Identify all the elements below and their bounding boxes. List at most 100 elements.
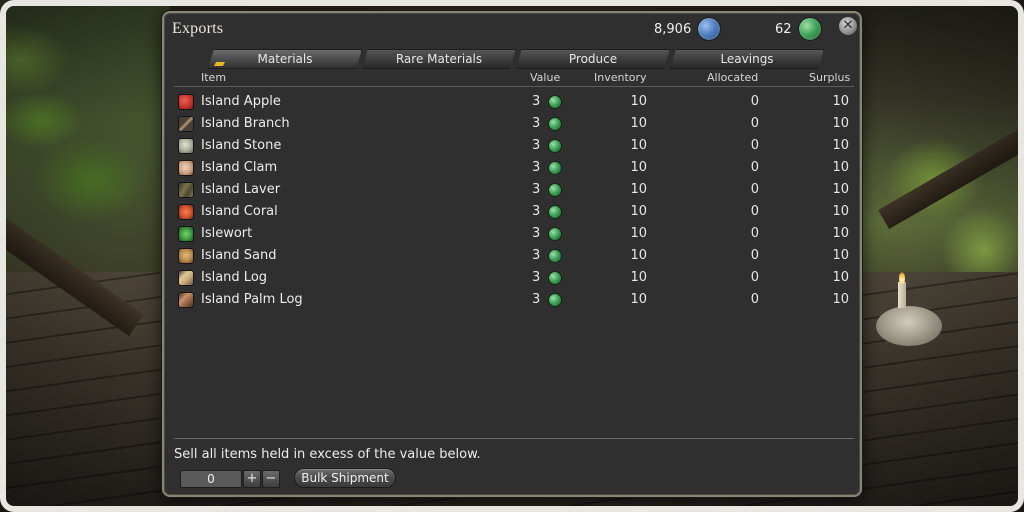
header-divider (174, 86, 854, 87)
islander-cowrie-icon (548, 205, 562, 219)
item-surplus: 10 (832, 182, 849, 197)
item-value: 3 (532, 94, 541, 109)
item-allocated: 0 (750, 204, 759, 219)
item-value: 3 (532, 248, 541, 263)
item-name: Island Stone (201, 138, 282, 153)
table-row[interactable]: Island Branch 3 10 0 10 (174, 113, 854, 135)
footer-divider (174, 438, 854, 439)
item-name: Island Apple (201, 94, 281, 109)
item-surplus: 10 (832, 204, 849, 219)
item-surplus: 10 (832, 226, 849, 241)
item-inventory: 10 (630, 292, 647, 307)
item-allocated: 0 (750, 270, 759, 285)
item-inventory: 10 (630, 182, 647, 197)
item-inventory: 10 (630, 204, 647, 219)
item-value: 3 (532, 160, 541, 175)
table-row[interactable]: Island Sand 3 10 0 10 (174, 245, 854, 267)
item-name: Island Sand (201, 248, 277, 263)
bulk-instruction: Sell all items held in excess of the val… (174, 447, 481, 462)
quantity-input[interactable]: 0 (180, 470, 242, 488)
islander-cowrie-amount: 62 (775, 21, 792, 37)
close-icon: ✕ (842, 18, 854, 33)
item-surplus: 10 (832, 116, 849, 131)
laver-icon (178, 182, 194, 198)
islander-cowrie-icon (548, 249, 562, 263)
item-list: Island Apple 3 10 0 10 Island Branch 3 1… (174, 91, 854, 311)
item-inventory: 10 (630, 160, 647, 175)
window-title: Exports (172, 20, 224, 37)
islander-cowrie-icon (548, 271, 562, 285)
islander-cowrie-counter: 62 (775, 17, 822, 41)
item-allocated: 0 (750, 292, 759, 307)
item-allocated: 0 (750, 182, 759, 197)
tab-materials[interactable]: Materials (208, 49, 362, 69)
islander-cowrie-icon (548, 139, 562, 153)
tab-produce[interactable]: Produce (516, 49, 670, 69)
item-inventory: 10 (630, 116, 647, 131)
tab-label: Rare Materials (395, 52, 483, 66)
item-surplus: 10 (832, 270, 849, 285)
table-row[interactable]: Island Apple 3 10 0 10 (174, 91, 854, 113)
item-value: 3 (532, 138, 541, 153)
stone-icon (178, 138, 194, 154)
item-inventory: 10 (630, 138, 647, 153)
active-tab-marker-icon (214, 62, 225, 66)
tab-label: Leavings (720, 52, 774, 66)
item-allocated: 0 (750, 160, 759, 175)
item-name: Island Coral (201, 204, 278, 219)
bulk-shipment-button[interactable]: Bulk Shipment (294, 468, 396, 488)
tab-label: Materials (257, 52, 313, 66)
item-name: Island Clam (201, 160, 278, 175)
table-row[interactable]: Island Laver 3 10 0 10 (174, 179, 854, 201)
table-row[interactable]: Island Log 3 10 0 10 (174, 267, 854, 289)
close-button[interactable]: ✕ (839, 17, 857, 35)
category-tabs: Materials Rare Materials Produce Leaving… (208, 49, 824, 69)
item-name: Island Log (201, 270, 268, 285)
table-row[interactable]: Island Stone 3 10 0 10 (174, 135, 854, 157)
seafarer-cowrie-icon (697, 17, 722, 41)
islander-cowrie-icon (548, 293, 562, 307)
item-value: 3 (532, 270, 541, 285)
seafarer-cowrie-amount: 8,906 (654, 21, 692, 37)
tab-label: Produce (568, 52, 618, 66)
table-row[interactable]: Islewort 3 10 0 10 (174, 223, 854, 245)
item-surplus: 10 (832, 160, 849, 175)
item-value: 3 (532, 226, 541, 241)
column-header-item: Item (201, 71, 227, 84)
tab-leavings[interactable]: Leavings (670, 49, 824, 69)
item-value: 3 (532, 292, 541, 307)
table-row[interactable]: Island Clam 3 10 0 10 (174, 157, 854, 179)
islander-cowrie-icon (548, 117, 562, 131)
column-header-surplus: Surplus (809, 71, 851, 84)
log-icon (178, 270, 194, 286)
islander-cowrie-icon (548, 183, 562, 197)
column-header-allocated: Allocated (707, 71, 759, 84)
column-header-inventory: Inventory (594, 71, 647, 84)
tab-rare-materials[interactable]: Rare Materials (362, 49, 516, 69)
coral-icon (178, 204, 194, 220)
islander-cowrie-icon (548, 161, 562, 175)
exports-window: Exports 8,906 62 ✕ Materials Rare Materi… (162, 11, 862, 497)
apple-icon (178, 94, 194, 110)
table-row[interactable]: Island Coral 3 10 0 10 (174, 201, 854, 223)
item-name: Island Laver (201, 182, 281, 197)
increment-button[interactable]: + (243, 470, 261, 488)
item-inventory: 10 (630, 270, 647, 285)
item-allocated: 0 (750, 116, 759, 131)
decrement-button[interactable]: − (262, 470, 280, 488)
seafarer-cowrie-counter: 8,906 (654, 17, 722, 41)
item-surplus: 10 (832, 292, 849, 307)
clam-icon (178, 160, 194, 176)
item-inventory: 10 (630, 94, 647, 109)
islander-cowrie-icon (797, 17, 822, 41)
sand-icon (178, 248, 194, 264)
item-inventory: 10 (630, 248, 647, 263)
item-value: 3 (532, 204, 541, 219)
column-header-value: Value (530, 71, 561, 84)
item-surplus: 10 (832, 138, 849, 153)
item-name: Islewort (201, 226, 253, 241)
table-row[interactable]: Island Palm Log 3 10 0 10 (174, 289, 854, 311)
item-allocated: 0 (750, 248, 759, 263)
islander-cowrie-icon (548, 95, 562, 109)
branch-icon (178, 116, 194, 132)
